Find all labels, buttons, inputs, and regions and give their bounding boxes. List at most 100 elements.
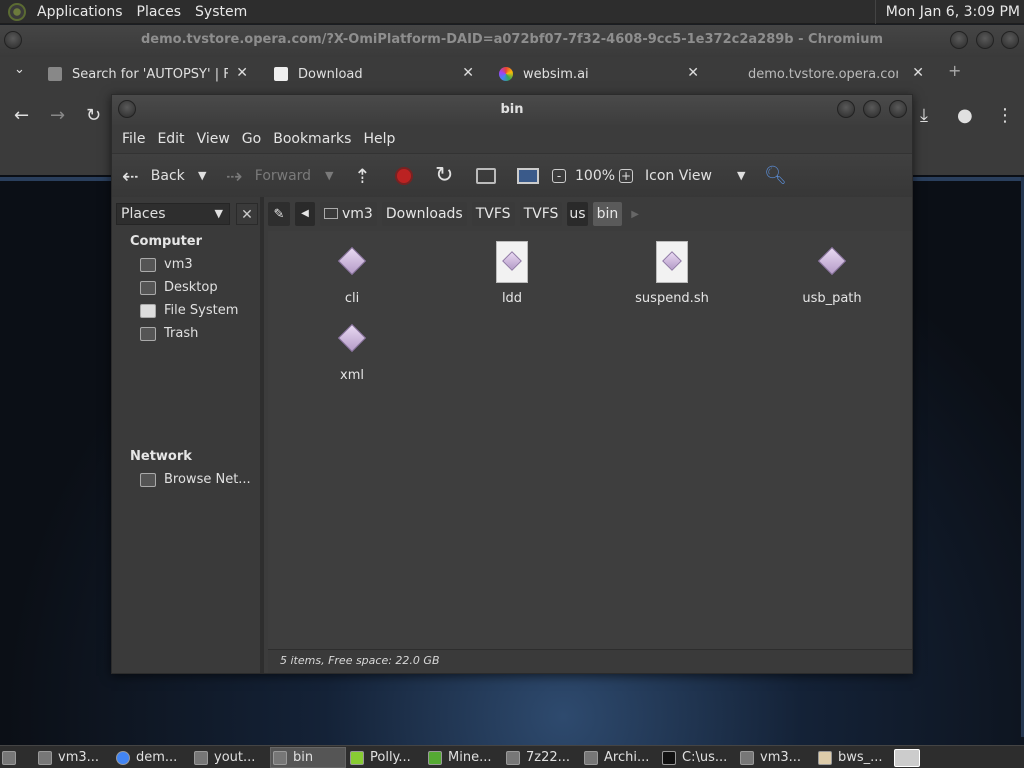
view-menu[interactable]: View [191, 131, 236, 147]
forward-button[interactable]: ⇢ Forward [226, 154, 311, 198]
download-icon[interactable]: ⤓ [920, 105, 928, 126]
fm-window-menu-button[interactable] [118, 100, 136, 118]
file-name: cli [344, 291, 360, 306]
fm-minimize-button[interactable] [837, 100, 855, 118]
close-button[interactable] [1001, 31, 1019, 49]
reload-icon[interactable]: ↻ [435, 154, 453, 198]
taskbar-item-7z[interactable]: 7z22... [506, 747, 582, 768]
taskbar-item-label: vm3... [760, 750, 802, 765]
edit-menu[interactable]: Edit [151, 131, 190, 147]
home-button[interactable] [476, 154, 496, 198]
system-menu[interactable]: System [188, 0, 254, 24]
tab-websim[interactable]: websim.ai ✕ [499, 59, 699, 89]
fm-close-button[interactable] [889, 100, 907, 118]
sidebar-item-label: Trash [164, 326, 199, 341]
stop-button[interactable] [395, 154, 413, 198]
taskbar-item-minecraft[interactable]: Mine... [428, 747, 504, 768]
zoom-out-button[interactable]: - [552, 154, 566, 198]
archive-icon [584, 750, 598, 765]
breadcrumb-downloads[interactable]: Downloads [381, 202, 467, 226]
view-mode-select[interactable]: Icon View ▼ [645, 154, 751, 198]
up-arrow-icon[interactable]: ⇡ [354, 154, 371, 198]
edit-location-button[interactable]: ✎ [268, 202, 290, 226]
computer-button[interactable] [517, 154, 539, 198]
breadcrumb-left-arrow-icon[interactable]: ◀ [295, 202, 315, 226]
search-icon[interactable]: 🔍︎ [764, 154, 787, 198]
sidebar-mode-select[interactable]: Places ▼ [116, 203, 230, 225]
forward-arrow-icon[interactable]: → [50, 105, 65, 126]
file-item-ldd[interactable]: ldd [452, 241, 572, 306]
profile-icon[interactable]: ● [957, 105, 973, 126]
go-menu[interactable]: Go [236, 131, 267, 147]
taskbar-item-youtube-folder[interactable]: yout... [194, 747, 268, 768]
file-item-cli[interactable]: cli [292, 241, 412, 306]
tab-download[interactable]: Download ✕ [274, 59, 474, 89]
sidebar-mode-label: Places [121, 206, 166, 222]
sidebar-item-file-system[interactable]: File System [140, 303, 238, 318]
taskbar-item-archive-manager[interactable]: Archi... [584, 747, 660, 768]
tab-close-icon[interactable]: ✕ [462, 65, 474, 81]
taskbar-item-vm3-terminal-2[interactable]: vm3... [740, 747, 816, 768]
tab-label: demo.tvstore.opera.com/? [748, 66, 898, 82]
reload-icon[interactable]: ↻ [86, 105, 101, 126]
tab-autopsy[interactable]: Search for 'AUTOPSY' | Fla ✕ [48, 59, 248, 89]
file-item-xml[interactable]: xml [292, 318, 412, 383]
file-icon-view[interactable]: cli ldd suspend.sh usb_path xml [268, 231, 912, 649]
file-item-suspend-sh[interactable]: suspend.sh [612, 241, 732, 306]
tab-search-chevron-icon[interactable]: ⌄ [14, 62, 25, 77]
breadcrumb-bin[interactable]: bin [592, 202, 623, 226]
file-name: ldd [501, 291, 523, 306]
fm-titlebar[interactable]: bin [112, 95, 912, 125]
breadcrumb-tvfs-2[interactable]: TVFS [519, 202, 563, 226]
fm-maximize-button[interactable] [863, 100, 881, 118]
executable-icon [334, 318, 370, 360]
taskbar-item-label: Polly... [370, 750, 411, 765]
taskbar-item-vm3-terminal[interactable]: vm3... [38, 747, 114, 768]
sidebar-item-desktop[interactable]: Desktop [140, 280, 218, 295]
file-item-usb-path[interactable]: usb_path [772, 241, 892, 306]
archive-icon [506, 750, 520, 765]
breadcrumb-vm3[interactable]: vm3 [320, 202, 377, 226]
taskbar-item-label: Mine... [448, 750, 492, 765]
new-tab-button[interactable]: + [948, 61, 961, 80]
clock[interactable]: Mon Jan 6, 3:09 PM [874, 0, 1024, 24]
tab-close-icon[interactable]: ✕ [236, 65, 248, 81]
more-menu-icon[interactable]: ⋮ [996, 105, 1014, 126]
sidebar-item-label: vm3 [164, 257, 193, 272]
breadcrumb-usr[interactable]: us [567, 202, 588, 226]
taskbar-item-bin[interactable]: bin [270, 747, 346, 768]
help-menu[interactable]: Help [357, 131, 401, 147]
breadcrumb-tvfs[interactable]: TVFS [471, 202, 515, 226]
sidebar-item-vm3[interactable]: vm3 [140, 257, 193, 272]
zoom-in-button[interactable]: + [619, 154, 633, 198]
taskbar-item-bws[interactable]: bws_... [818, 747, 894, 768]
sidebar-item-trash[interactable]: Trash [140, 326, 198, 341]
bookmarks-menu[interactable]: Bookmarks [267, 131, 357, 147]
tab-tvstore[interactable]: demo.tvstore.opera.com/? ✕ [748, 59, 924, 89]
minimize-button[interactable] [950, 31, 968, 49]
sidebar-item-browse-network[interactable]: Browse Net... [140, 472, 251, 487]
taskbar-item-polly[interactable]: Polly... [350, 747, 426, 768]
trash-icon [140, 326, 156, 341]
places-menu[interactable]: Places [130, 0, 189, 24]
maximize-button[interactable] [976, 31, 994, 49]
sidebar-close-button[interactable]: ✕ [236, 203, 258, 225]
distro-logo-icon[interactable] [8, 2, 26, 21]
show-desktop-icon [2, 750, 16, 765]
workspace-switcher[interactable] [894, 747, 924, 768]
taskbar-item-cmd[interactable]: C:\us... [662, 747, 738, 768]
fm-toolbar: ⇠ Back ▼ ⇢ Forward ▼ ⇡ ↻ - 100% + Icon V… [112, 153, 912, 197]
tab-close-icon[interactable]: ✕ [912, 65, 924, 81]
show-desktop-button[interactable] [2, 747, 16, 768]
chromium-titlebar[interactable]: demo.tvstore.opera.com/?X-OmiPlatform-DA… [0, 25, 1024, 57]
forward-history-dropdown-icon[interactable]: ▼ [325, 154, 333, 198]
tab-close-icon[interactable]: ✕ [687, 65, 699, 81]
breadcrumb-right-arrow-icon[interactable]: ▶ [631, 209, 639, 220]
applications-menu[interactable]: Applications [30, 0, 130, 24]
back-history-dropdown-icon[interactable]: ▼ [198, 154, 206, 198]
back-button[interactable]: ⇠ Back [122, 154, 185, 198]
taskbar-item-chromium[interactable]: dem... [116, 747, 192, 768]
file-menu[interactable]: File [116, 131, 151, 147]
top-panel: Applications Places System Mon Jan 6, 3:… [0, 0, 1024, 24]
back-arrow-icon[interactable]: ← [14, 105, 29, 126]
